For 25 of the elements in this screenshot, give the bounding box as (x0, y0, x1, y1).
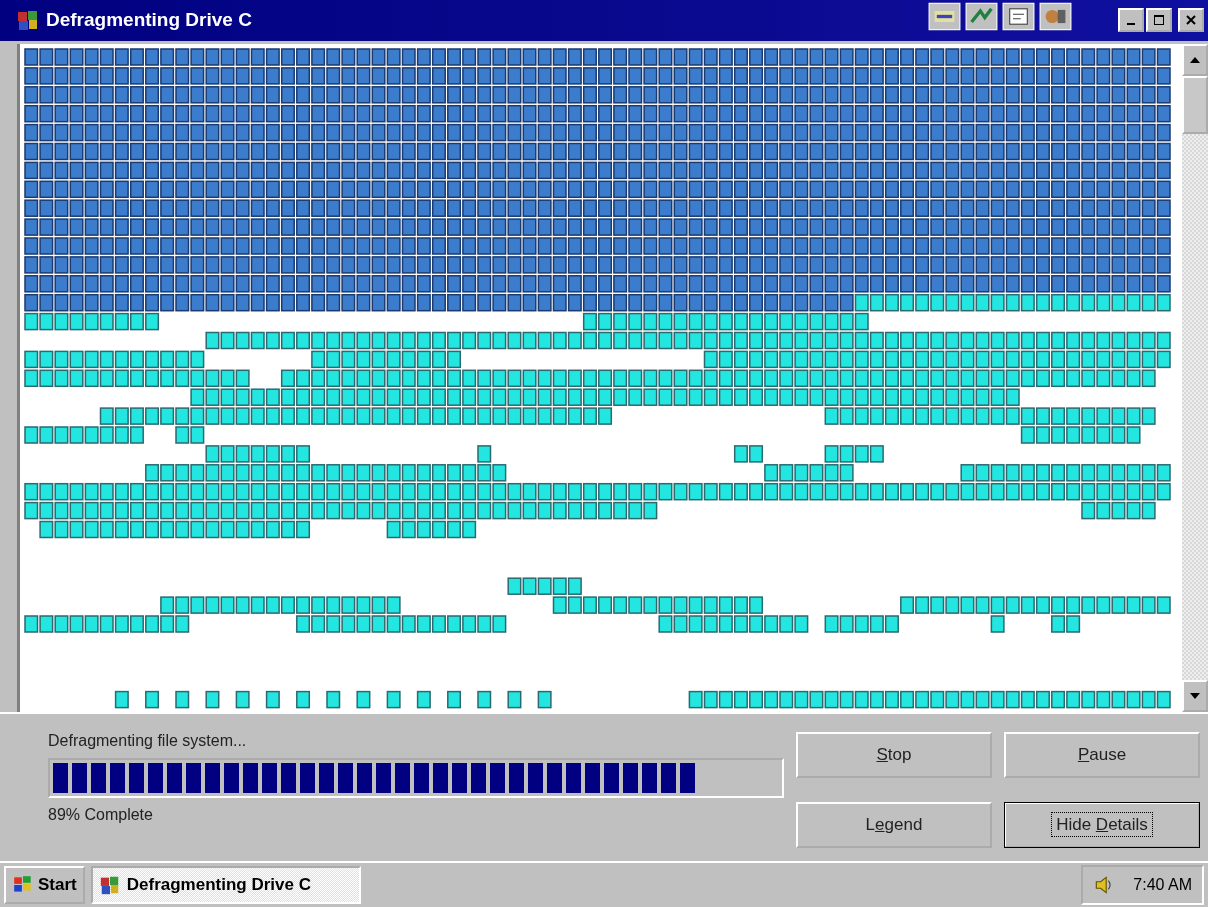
dialog-button[interactable]: Legend (796, 802, 992, 849)
toolbar-app-icon[interactable] (965, 2, 998, 31)
defrag-app-icon (16, 8, 40, 33)
vertical-scrollbar[interactable] (1182, 43, 1208, 712)
scroll-up-icon[interactable] (1190, 56, 1200, 63)
window-title: Defragmenting Drive C (46, 9, 253, 32)
dialog-button[interactable]: Pause (1004, 731, 1200, 778)
status-text: Defragmenting file system... (48, 731, 248, 750)
toolbar-app-icon[interactable] (1002, 2, 1035, 31)
scroll-down-icon[interactable] (1190, 692, 1200, 699)
percent-complete-text: 89% Complete (48, 805, 154, 824)
taskbar-task-button[interactable]: Defragmenting Drive C (90, 865, 361, 904)
clock-text: 7:40 AM (1133, 875, 1192, 894)
toolbar-app-icon[interactable] (1039, 2, 1072, 31)
start-button[interactable]: Start (4, 865, 85, 904)
close-button[interactable] (1178, 8, 1204, 33)
toolbar-app-icon[interactable] (928, 2, 961, 31)
dialog-button[interactable]: Stop (796, 731, 992, 778)
maximize-button[interactable] (1146, 8, 1172, 33)
close-icon (1185, 14, 1197, 27)
scrollbar-thumb[interactable] (1182, 75, 1208, 134)
maximize-icon (1153, 14, 1165, 27)
minimize-button[interactable] (1118, 8, 1144, 33)
minimize-icon (1127, 23, 1135, 26)
dialog-button[interactable]: Hide Details (1004, 802, 1200, 849)
